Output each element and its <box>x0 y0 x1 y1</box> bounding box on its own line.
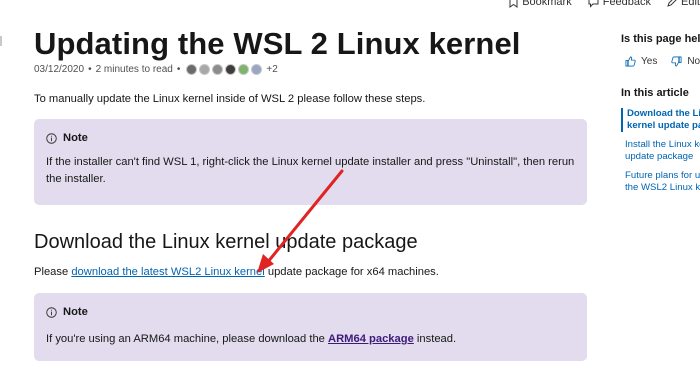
download-kernel-link[interactable]: download the latest WSL2 Linux kernel <box>71 266 264 278</box>
avatar[interactable] <box>251 63 263 75</box>
note-title: Note <box>63 306 88 318</box>
meta-separator: • <box>88 63 92 75</box>
download-paragraph: Please download the latest WSL2 Linux ke… <box>34 265 439 280</box>
note-heading: Note <box>46 306 575 318</box>
download-suffix: update package for x64 machines. <box>264 266 439 278</box>
avatar[interactable] <box>186 63 198 75</box>
avatar[interactable] <box>238 63 250 75</box>
helpful-question: Is this page helpful? <box>621 33 700 45</box>
yes-button[interactable]: Yes <box>625 56 657 67</box>
no-label: No <box>687 56 700 67</box>
note-text-before: If you're using an ARM64 machine, please… <box>46 333 328 345</box>
bookmark-button[interactable]: Bookmark <box>509 0 572 10</box>
toc-item-download[interactable]: Download the Linux kernel update package <box>621 108 700 132</box>
info-icon <box>46 132 57 144</box>
yes-label: Yes <box>641 56 658 67</box>
note-heading: Note <box>46 132 575 144</box>
section-heading: Download the Linux kernel update package <box>34 231 418 253</box>
avatar[interactable] <box>199 63 211 75</box>
thumbs-down-icon <box>671 56 682 67</box>
right-rail: Is this page helpful? Yes No In this art… <box>619 0 700 384</box>
avatar[interactable] <box>225 63 237 75</box>
page-title: Updating the WSL 2 Linux kernel <box>34 26 521 61</box>
toc-item-future-plans[interactable]: Future plans for updating the WSL2 Linux… <box>621 170 700 194</box>
article-date: 03/12/2020 <box>34 63 85 75</box>
info-icon <box>46 306 57 318</box>
toc-item-install[interactable]: Install the Linux kernel update package <box>621 139 700 163</box>
note-title: Note <box>63 132 88 144</box>
arm64-package-link[interactable]: ARM64 package <box>328 333 414 345</box>
bookmark-icon <box>509 0 518 8</box>
no-button[interactable]: No <box>671 56 700 67</box>
left-edge-rule <box>0 36 2 46</box>
thumbs-up-icon <box>625 56 636 67</box>
contributor-avatars <box>186 63 263 75</box>
feedback-vote: Yes No <box>625 56 700 67</box>
note-box: Note If you're using an ARM64 machine, p… <box>34 293 587 361</box>
note-text-after: instead. <box>413 333 457 345</box>
intro-paragraph: To manually update the Linux kernel insi… <box>34 93 426 105</box>
toc-heading: In this article <box>621 87 689 99</box>
meta-separator: • <box>176 63 181 75</box>
article-metadata: 03/12/2020 • 2 minutes to read • +2 <box>34 62 278 76</box>
note-text: If you're using an ARM64 machine, please… <box>46 331 575 348</box>
read-time: 2 minutes to read <box>95 63 173 75</box>
download-prefix: Please <box>34 266 72 278</box>
feedback-icon <box>588 0 599 8</box>
avatar[interactable] <box>212 63 224 75</box>
table-of-contents: Download the Linux kernel update package… <box>621 108 700 201</box>
note-text: If the installer can't find WSL 1, right… <box>46 156 575 185</box>
note-box: Note If the installer can't find WSL 1, … <box>34 119 587 205</box>
more-contributors[interactable]: +2 <box>266 64 277 75</box>
bookmark-label: Bookmark <box>522 0 572 8</box>
